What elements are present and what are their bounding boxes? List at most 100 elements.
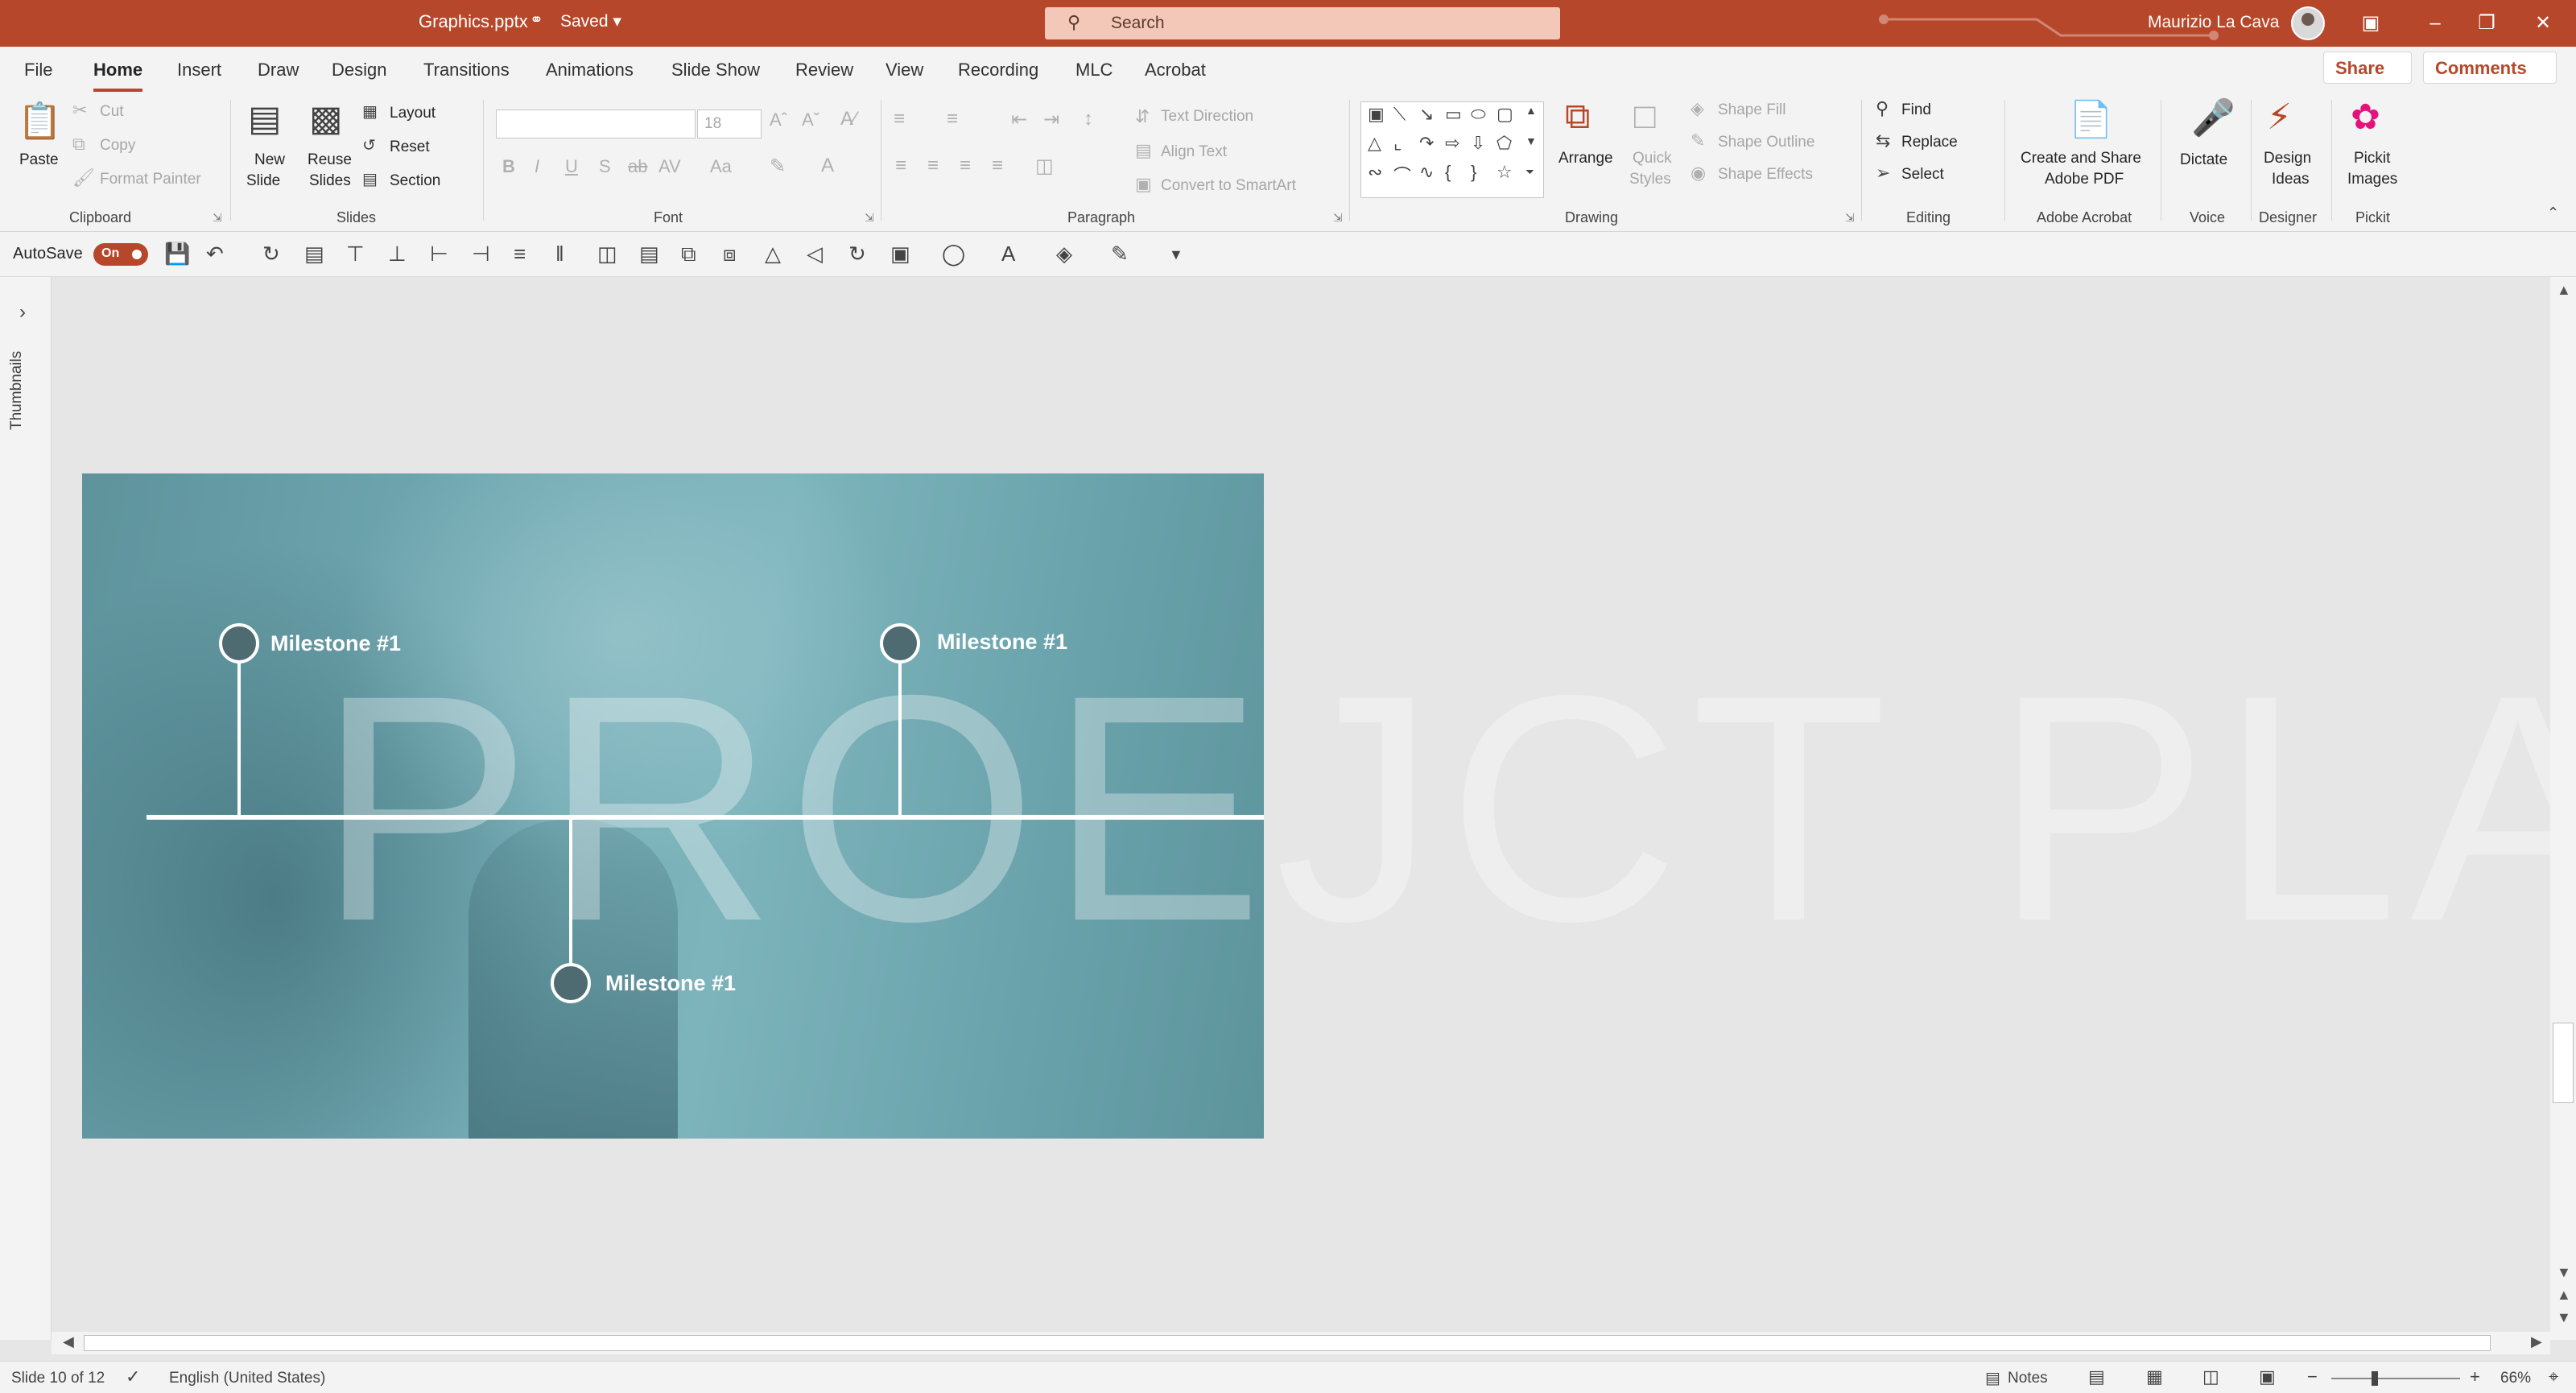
timeline-line[interactable] xyxy=(147,815,1264,820)
freeform-shape-icon[interactable]: ∾ xyxy=(1368,162,1382,183)
paste-icon[interactable]: 📋 xyxy=(18,100,62,142)
milestone-label[interactable]: Milestone #1 xyxy=(937,630,1067,655)
highlight-icon[interactable]: ✎ xyxy=(770,155,786,178)
dialog-launcher-icon[interactable]: ⇲ xyxy=(865,211,874,225)
font-color-icon[interactable]: A xyxy=(821,155,834,177)
user-name[interactable]: Maurizio La Cava xyxy=(2148,13,2279,32)
gallery-down-icon[interactable]: ▼ xyxy=(1525,134,1537,147)
horizontal-scroll-thumb[interactable] xyxy=(84,1335,2491,1351)
gallery-up-icon[interactable]: ▲ xyxy=(1525,104,1537,117)
collapse-ribbon-icon[interactable]: ⌃ xyxy=(2547,205,2559,221)
reading-view-icon[interactable]: ◫ xyxy=(2202,1366,2219,1387)
create-share-pdf-label-1[interactable]: Create and Share xyxy=(2021,150,2141,167)
star-shape-icon[interactable]: ☆ xyxy=(1496,162,1513,183)
strikethrough-icon[interactable]: ab xyxy=(628,156,647,177)
thumbnails-label[interactable]: Thumbnails xyxy=(8,351,26,430)
tab-home[interactable]: Home xyxy=(93,60,143,92)
arrange-button[interactable]: Arrange xyxy=(1558,150,1613,167)
layout-button[interactable]: Layout xyxy=(390,105,436,122)
font-size-field[interactable]: 18 xyxy=(697,110,762,138)
zoom-slider[interactable] xyxy=(2331,1371,2460,1386)
rounded-rect-shape-icon[interactable]: ▢ xyxy=(1496,104,1513,125)
align-center-icon[interactable]: ≡ xyxy=(927,155,939,177)
line-spacing-icon[interactable]: ↕ xyxy=(1084,108,1093,130)
scroll-up-icon[interactable]: ▲ xyxy=(2557,282,2571,299)
dialog-launcher-icon[interactable]: ⇲ xyxy=(213,211,222,225)
background-title-text[interactable]: PROEJCT PLAN xyxy=(317,647,2550,969)
curve-shape-icon[interactable]: ∿ xyxy=(1419,162,1434,183)
arrange-icon[interactable]: ⧉ xyxy=(1565,97,1590,137)
tab-design[interactable]: Design xyxy=(332,60,386,81)
reuse-slides-label-1[interactable]: Reuse xyxy=(308,151,352,169)
minimize-icon[interactable]: – xyxy=(2415,8,2455,39)
increase-indent-icon[interactable]: ⇥ xyxy=(1043,108,1059,131)
change-case-icon[interactable]: Aa xyxy=(710,156,732,177)
copy-button[interactable]: Copy xyxy=(100,137,135,155)
share-button[interactable]: Share xyxy=(2323,52,2412,84)
comments-button[interactable]: Comments xyxy=(2423,52,2557,84)
triangle-shape-icon[interactable]: △ xyxy=(1368,133,1381,154)
create-share-pdf-label-2[interactable]: Adobe PDF xyxy=(2045,171,2124,188)
bold-icon[interactable]: B xyxy=(502,156,515,177)
coauthor-icon[interactable]: ⚭ xyxy=(530,10,543,30)
tab-recording[interactable]: Recording xyxy=(958,60,1038,81)
microphone-icon[interactable]: 🎤 xyxy=(2191,97,2235,138)
pickit-label-1[interactable]: Pickit xyxy=(2354,150,2390,167)
rectangle-shape-icon[interactable]: ▭ xyxy=(1445,104,1462,125)
zoom-level[interactable]: 66% xyxy=(2500,1370,2531,1387)
milestone-label[interactable]: Milestone #1 xyxy=(270,631,401,656)
scroll-left-icon[interactable]: ◀ xyxy=(63,1333,74,1350)
horizontal-scrollbar[interactable]: ◀ ▶ xyxy=(52,1332,2550,1354)
paste-button[interactable]: Paste xyxy=(19,151,59,169)
shapes-gallery[interactable]: ▣ ⟍ ↘ ▭ ⬭ ▢ △ ⌞ ↷ ⇨ ⇩ ⬠ ∾ ⌒ ∿ { } ☆ ▲ ▼ … xyxy=(1360,101,1544,198)
quick-styles-label-1[interactable]: Quick xyxy=(1633,150,1672,167)
align-right-shape-icon[interactable]: ⊣ xyxy=(472,242,490,267)
tab-mlc[interactable]: MLC xyxy=(1075,60,1113,81)
textbox-icon[interactable]: ▣ xyxy=(890,242,910,267)
justify-icon[interactable]: ≡ xyxy=(992,155,1003,177)
flip-vertical-icon[interactable]: ◁ xyxy=(807,242,823,267)
notes-button[interactable]: Notes xyxy=(2008,1370,2048,1387)
tab-transitions[interactable]: Transitions xyxy=(423,60,510,81)
document-filename[interactable]: Graphics.pptx xyxy=(419,11,528,32)
zoom-in-icon[interactable]: + xyxy=(2470,1366,2480,1387)
shape-effects-button[interactable]: Shape Effects xyxy=(1718,166,1813,184)
zoom-slider-knob[interactable] xyxy=(2372,1371,2378,1386)
section-button[interactable]: Section xyxy=(390,172,440,190)
shadow-icon[interactable]: S xyxy=(599,156,611,177)
reuse-slides-icon[interactable]: ▩ xyxy=(309,98,343,139)
bullets-icon[interactable]: ≡ xyxy=(894,108,905,130)
underline-icon[interactable]: U xyxy=(565,156,578,177)
dialog-launcher-icon[interactable]: ⇲ xyxy=(1333,211,1343,225)
align-middle-icon[interactable]: ≡ xyxy=(514,242,526,267)
shape-outline-button[interactable]: Shape Outline xyxy=(1718,134,1814,151)
increase-font-icon[interactable]: Aˆ xyxy=(770,110,787,130)
outline-color-icon[interactable]: ✎ xyxy=(1111,242,1129,267)
quick-styles-icon[interactable]: □ xyxy=(1634,97,1656,137)
numbering-icon[interactable]: ≡ xyxy=(947,108,958,130)
curved-connector-icon[interactable]: ↷ xyxy=(1419,133,1434,154)
align-left-shape-icon[interactable]: ⊢ xyxy=(430,242,448,267)
align-left-icon[interactable]: ≡ xyxy=(895,155,906,177)
tab-acrobat[interactable]: Acrobat xyxy=(1145,60,1206,81)
format-painter-button[interactable]: Format Painter xyxy=(100,171,201,188)
ribbon-display-options-icon[interactable]: ▣ xyxy=(2351,8,2391,39)
align-bottom-icon[interactable]: ⊥ xyxy=(388,242,407,267)
slide-counter[interactable]: Slide 10 of 12 xyxy=(11,1370,105,1387)
tab-file[interactable]: File xyxy=(24,60,52,81)
milestone-label[interactable]: Milestone #1 xyxy=(605,971,736,996)
reuse-slides-label-2[interactable]: Slides xyxy=(309,172,351,190)
group-icon[interactable]: ⧉ xyxy=(681,242,696,267)
present-icon[interactable]: ▤ xyxy=(304,242,324,267)
font-name-field[interactable] xyxy=(496,110,696,138)
columns-icon[interactable]: ◫ xyxy=(1035,155,1054,178)
font-color-qat-icon[interactable]: A xyxy=(1001,242,1015,267)
decrease-font-icon[interactable]: Aˇ xyxy=(802,110,819,130)
pentagon-shape-icon[interactable]: ⬠ xyxy=(1496,133,1512,154)
character-spacing-icon[interactable]: AV xyxy=(658,156,681,177)
rotate-icon[interactable]: ↻ xyxy=(848,242,866,267)
vertical-scrollbar[interactable]: ▲ ▼ ▲ ▼ xyxy=(2550,277,2576,1340)
align-top-icon[interactable]: ⊤ xyxy=(346,242,365,267)
zoom-out-icon[interactable]: − xyxy=(2307,1366,2318,1387)
milestone-node[interactable] xyxy=(880,623,920,663)
